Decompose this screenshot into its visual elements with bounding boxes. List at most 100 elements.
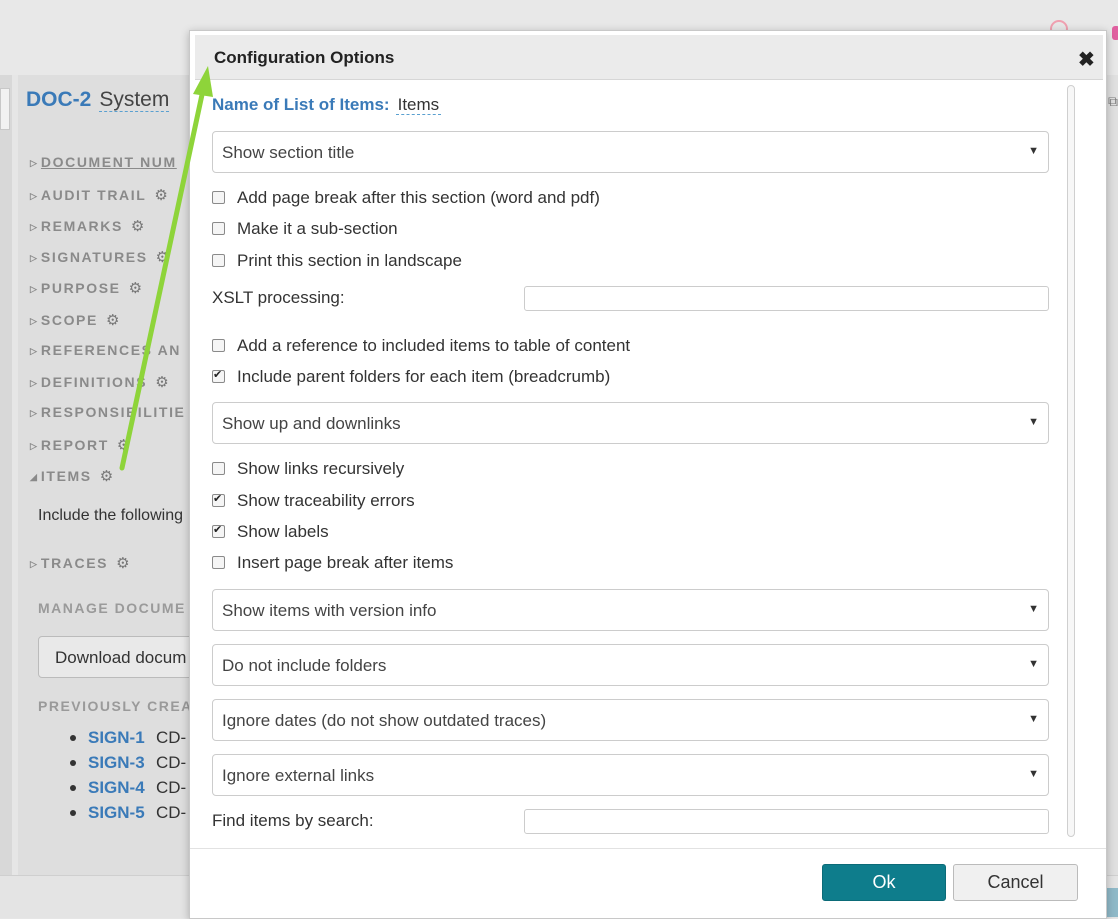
section-scope[interactable]: ▷ SCOPE ⚙ (30, 311, 119, 329)
manage-heading: MANAGE DOCUME (38, 600, 186, 616)
find-items-label: Find items by search: (212, 811, 374, 830)
section-audit-trail[interactable]: ▷ AUDIT TRAIL ⚙ (30, 186, 168, 204)
signed-doc-title: CD- (156, 778, 187, 797)
expand-triangle-icon: ▷ (30, 191, 37, 201)
list-name-row: Name of List of Items: Items (212, 95, 442, 115)
checkbox-label: Show traceability errors (237, 491, 415, 510)
section-report[interactable]: ▷ REPORT ⚙ (30, 436, 130, 454)
section-traces[interactable]: ▷ TRACES ⚙ (30, 554, 130, 572)
cancel-button[interactable]: Cancel (953, 864, 1078, 901)
document-title[interactable]: System (99, 88, 170, 112)
dates-select[interactable]: Ignore dates (do not show outdated trace… (212, 699, 1049, 741)
expand-triangle-icon: ▷ (30, 316, 37, 326)
user-badge-icon[interactable] (1112, 26, 1118, 40)
document-id[interactable]: DOC-2 (26, 88, 91, 111)
gear-icon[interactable]: ⚙ (100, 468, 113, 485)
signed-doc-title: CD- (156, 728, 187, 747)
expand-triangle-icon: ▷ (30, 441, 37, 451)
checkbox-label: Add a reference to included items to tab… (237, 336, 631, 355)
section-references[interactable]: ▷ REFERENCES AN (30, 342, 181, 358)
xslt-label: XSLT processing: (212, 288, 345, 307)
select-value: Show up and downlinks (222, 414, 401, 433)
version-info-select[interactable]: Show items with version info ▼ (212, 589, 1049, 631)
checkbox-box[interactable] (212, 191, 225, 204)
dropdown-caret-icon: ▼ (1028, 658, 1039, 670)
select-value: Ignore dates (do not show outdated trace… (222, 711, 547, 730)
left-collapse-handle[interactable] (0, 88, 10, 130)
checkbox-box[interactable] (212, 492, 225, 507)
checkbox-label: Show links recursively (237, 459, 405, 478)
document-header: DOC-2 System (26, 88, 170, 112)
section-items[interactable]: ◢ ITEMS ⚙ (30, 467, 113, 485)
expand-triangle-icon: ▷ (30, 222, 37, 232)
gear-icon[interactable]: ⚙ (117, 437, 130, 454)
collapse-triangle-icon: ◢ (30, 472, 37, 482)
select-value: Show section title (222, 143, 355, 162)
gear-icon[interactable]: ⚙ (131, 218, 144, 235)
expand-triangle-icon: ▷ (30, 559, 37, 569)
expand-triangle-icon: ▷ (30, 378, 37, 388)
checkbox-label: Show labels (237, 522, 329, 541)
section-signatures[interactable]: ▷ SIGNATURES ⚙ (30, 248, 169, 266)
dropdown-caret-icon: ▼ (1028, 713, 1039, 725)
checkbox-box[interactable] (212, 462, 225, 475)
checkbox-box[interactable] (212, 339, 225, 352)
expand-triangle-icon: ▷ (30, 408, 37, 418)
dialog-scrollbar[interactable] (1067, 85, 1075, 837)
signed-doc-link[interactable]: SIGN-3 (88, 753, 145, 773)
checkbox-box[interactable] (212, 222, 225, 235)
dropdown-caret-icon: ▼ (1028, 145, 1039, 157)
items-description: Include the following (38, 507, 183, 524)
gear-icon[interactable]: ⚙ (106, 312, 119, 329)
checkbox-box[interactable] (212, 523, 225, 538)
xslt-input[interactable] (524, 286, 1049, 311)
folders-select[interactable]: Do not include folders ▼ (212, 644, 1049, 686)
checkbox-label: Include parent folders for each item (br… (237, 367, 611, 386)
expand-triangle-icon: ▷ (30, 158, 37, 168)
signed-doc-title: CD- (156, 803, 187, 822)
checkbox-box[interactable] (212, 368, 225, 383)
bullet (70, 760, 76, 766)
gear-icon[interactable]: ⚙ (154, 187, 167, 204)
checkbox-label: Add page break after this section (word … (237, 188, 600, 207)
section-title-select[interactable]: Show section title ▼ (212, 131, 1049, 173)
list-name-label: Name of List of Items: (212, 95, 390, 114)
download-document-button[interactable]: Download docum (38, 636, 208, 678)
section-responsibilities[interactable]: ▷ RESPONSIBILITIE (30, 404, 186, 420)
dropdown-caret-icon: ▼ (1028, 768, 1039, 780)
dialog-body: Name of List of Items: Items Show section… (190, 31, 1106, 918)
section-remarks[interactable]: ▷ REMARKS ⚙ (30, 217, 144, 235)
gear-icon[interactable]: ⚙ (129, 280, 142, 297)
signed-doc-link[interactable]: SIGN-1 (88, 728, 145, 748)
left-strip (0, 75, 12, 875)
dropdown-caret-icon: ▼ (1028, 416, 1039, 428)
expand-triangle-icon: ▷ (30, 284, 37, 294)
signed-doc-title: CD- (156, 753, 187, 772)
previously-created-heading: PREVIOUSLY CREA (38, 698, 193, 714)
select-value: Show items with version info (222, 601, 437, 620)
ok-button[interactable]: Ok (822, 864, 946, 901)
section-document-number[interactable]: ▷ DOCUMENT NUM (30, 154, 177, 170)
section-purpose[interactable]: ▷ PURPOSE ⚙ (30, 279, 142, 297)
dropdown-caret-icon: ▼ (1028, 603, 1039, 615)
expand-triangle-icon: ▷ (30, 346, 37, 356)
dialog-footer-divider (190, 848, 1106, 849)
section-definitions[interactable]: ▷ DEFINITIONS ⚙ (30, 373, 169, 391)
checkbox-box[interactable] (212, 254, 225, 267)
gear-icon[interactable]: ⚙ (116, 555, 129, 572)
external-links-select[interactable]: Ignore external links ▼ (212, 754, 1049, 796)
checkbox-box[interactable] (212, 556, 225, 569)
bottom-right-button[interactable] (1107, 888, 1118, 917)
bullet (70, 785, 76, 791)
find-items-input[interactable] (524, 809, 1049, 834)
configuration-dialog: Configuration Options ✖ Name of List of … (189, 30, 1107, 919)
link-icon[interactable]: ⧉ (1108, 93, 1118, 110)
gear-icon[interactable]: ⚙ (156, 249, 169, 266)
bullet (70, 810, 76, 816)
signed-doc-link[interactable]: SIGN-4 (88, 778, 145, 798)
list-name-value[interactable]: Items (395, 95, 442, 115)
expand-triangle-icon: ▷ (30, 253, 37, 263)
links-select[interactable]: Show up and downlinks ▼ (212, 402, 1049, 444)
signed-doc-link[interactable]: SIGN-5 (88, 803, 145, 823)
gear-icon[interactable]: ⚙ (155, 374, 168, 391)
